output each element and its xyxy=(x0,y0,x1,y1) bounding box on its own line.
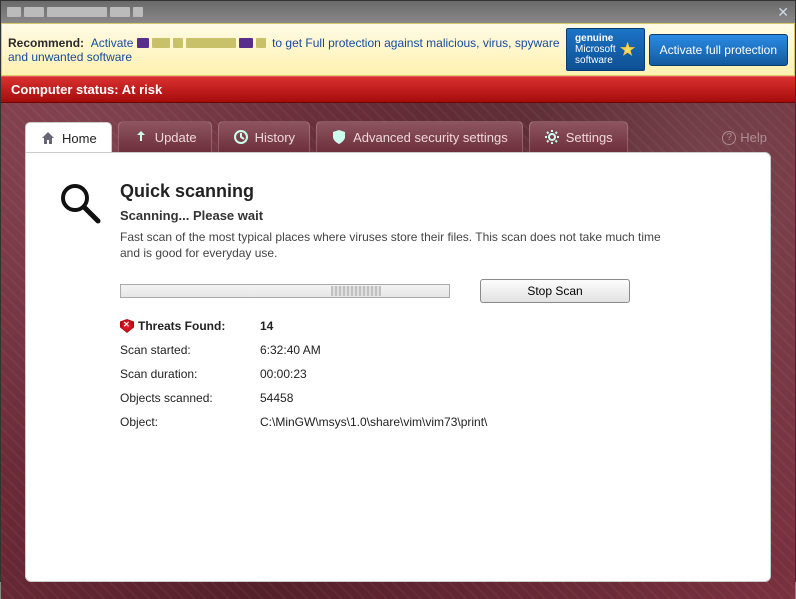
scan-subtitle: Scanning... Please wait xyxy=(120,208,680,223)
scan-results: Threats Found: 14 Scan started: 6:32:40 … xyxy=(120,319,738,429)
scan-duration-label: Scan duration: xyxy=(120,367,260,381)
status-label: Computer status: xyxy=(11,82,119,97)
tab-update[interactable]: Update xyxy=(118,121,212,152)
genuine-badge: genuine Microsoft software xyxy=(566,28,645,71)
objects-scanned-value: 54458 xyxy=(260,391,738,405)
tab-settings-label: Settings xyxy=(566,130,613,145)
activate-full-protection-button[interactable]: Activate full protection xyxy=(649,34,788,66)
tab-home-label: Home xyxy=(62,131,97,146)
threats-found-label: Threats Found: xyxy=(120,319,260,333)
help-label: Help xyxy=(740,130,767,145)
threat-shield-icon xyxy=(120,319,134,333)
status-value: At risk xyxy=(122,82,162,97)
scan-title: Quick scanning xyxy=(120,181,680,202)
tab-advanced[interactable]: Advanced security settings xyxy=(316,121,523,152)
current-object-value: C:\MinGW\msys\1.0\share\vim\vim73\print\ xyxy=(260,415,738,429)
recommend-blur xyxy=(137,36,272,50)
tab-settings[interactable]: Settings xyxy=(529,121,628,152)
scan-duration-value: 00:00:23 xyxy=(260,367,738,381)
shield-icon xyxy=(331,129,347,145)
content-panel: Quick scanning Scanning... Please wait F… xyxy=(25,152,771,582)
progress-indicator xyxy=(331,286,381,296)
recommend-bar: Recommend: Activate to get Full protecti… xyxy=(1,23,795,76)
scan-header: Quick scanning Scanning... Please wait F… xyxy=(58,181,738,261)
tab-home[interactable]: Home xyxy=(25,122,112,153)
home-icon xyxy=(40,130,56,146)
tab-history[interactable]: History xyxy=(218,121,310,152)
objects-scanned-label: Objects scanned: xyxy=(120,391,260,405)
computer-status-bar: Computer status: At risk xyxy=(1,76,795,103)
threats-found-value: 14 xyxy=(260,319,738,333)
gear-icon xyxy=(544,129,560,145)
genuine-line3: software xyxy=(575,55,616,66)
scan-started-value: 6:32:40 AM xyxy=(260,343,738,357)
tab-bar: Home Update History Advanced security se… xyxy=(25,121,771,152)
scan-description: Fast scan of the most typical places whe… xyxy=(120,229,680,261)
titlebar: ✕ xyxy=(1,1,795,23)
main-area: Home Update History Advanced security se… xyxy=(1,103,795,599)
help-link[interactable]: ? Help xyxy=(718,123,771,152)
update-icon xyxy=(133,129,149,145)
scan-progress-bar xyxy=(120,284,450,298)
recommend-message: Recommend: Activate to get Full protecti… xyxy=(8,36,562,64)
star-icon xyxy=(620,42,636,58)
genuine-line2: Microsoft xyxy=(575,44,616,55)
tab-update-label: Update xyxy=(155,130,197,145)
progress-row: Stop Scan xyxy=(120,279,738,303)
scan-started-label: Scan started: xyxy=(120,343,260,357)
history-icon xyxy=(233,129,249,145)
tab-history-label: History xyxy=(255,130,295,145)
help-icon: ? xyxy=(722,131,736,145)
close-icon[interactable]: ✕ xyxy=(777,4,789,21)
app-title xyxy=(7,6,146,18)
recommend-prefix: Activate xyxy=(91,36,134,50)
recommend-label: Recommend: xyxy=(8,36,84,50)
stop-scan-button[interactable]: Stop Scan xyxy=(480,279,630,303)
magnifier-icon xyxy=(58,181,102,225)
tab-advanced-label: Advanced security settings xyxy=(353,130,508,145)
current-object-label: Object: xyxy=(120,415,260,429)
genuine-line1: genuine xyxy=(575,33,616,44)
